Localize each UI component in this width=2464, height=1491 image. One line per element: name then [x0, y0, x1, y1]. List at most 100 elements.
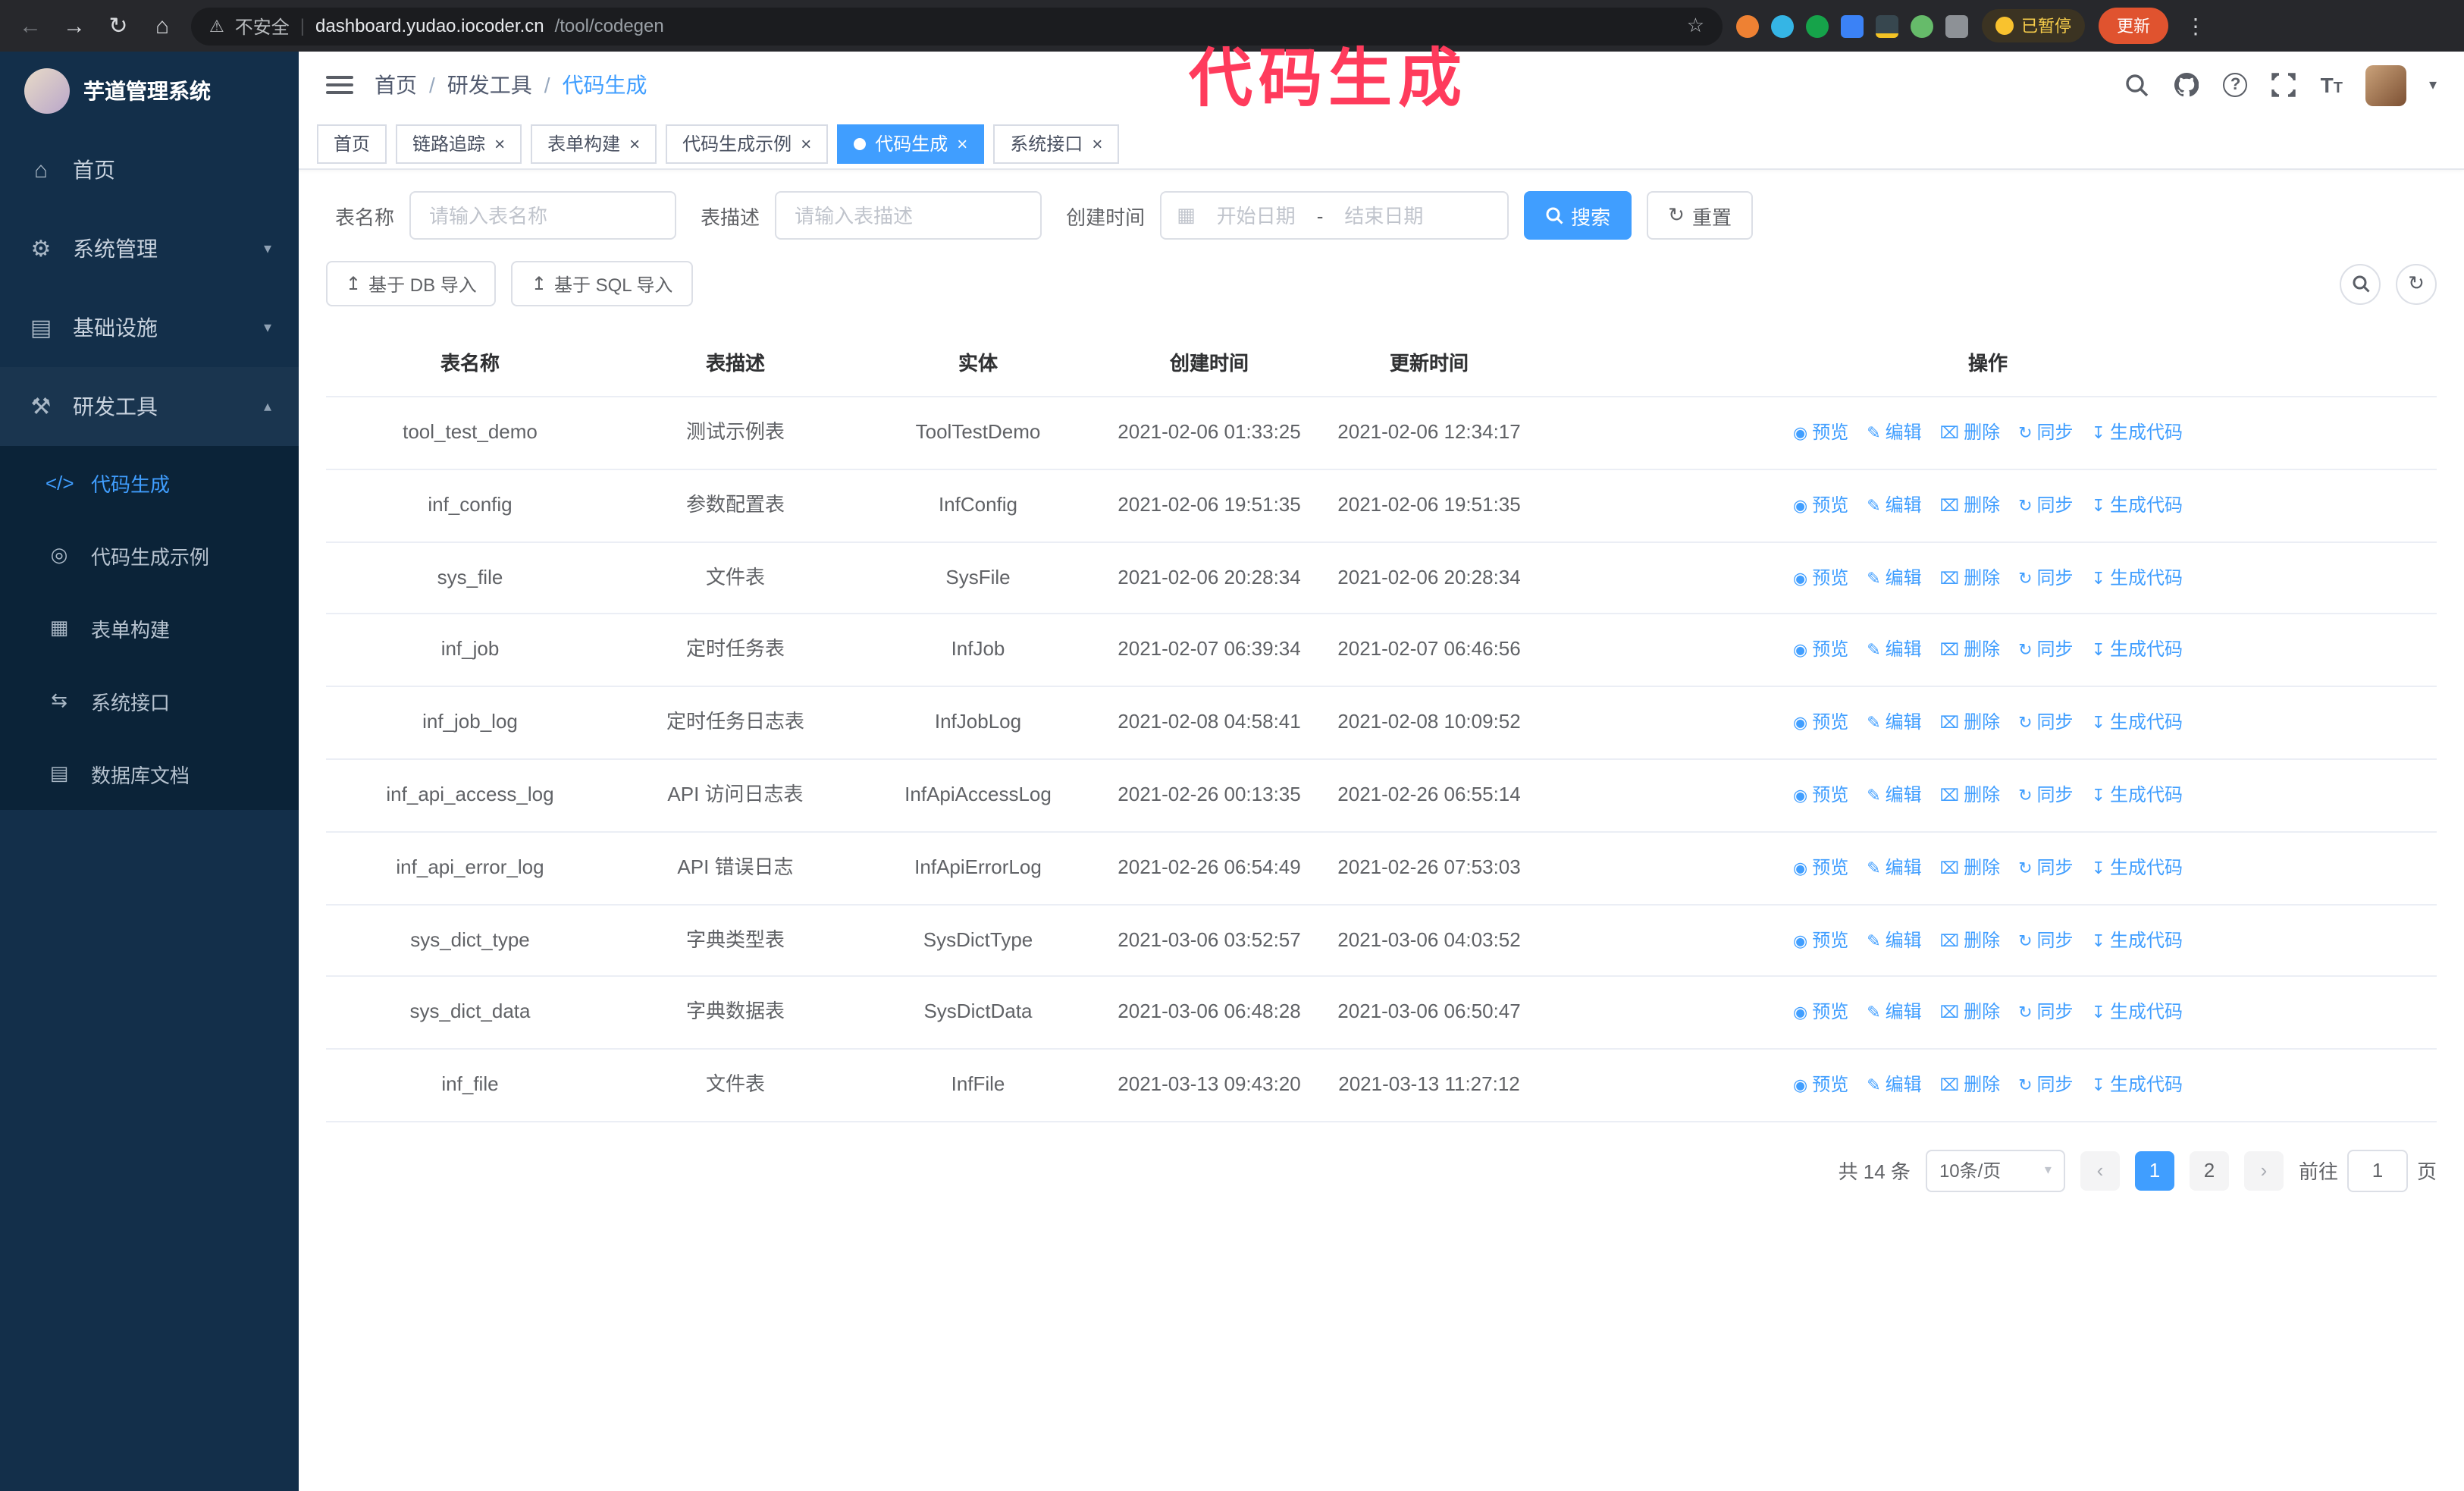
generate-code-link[interactable]: ↧ 生成代码	[2092, 422, 2183, 443]
close-icon[interactable]: ×	[801, 134, 811, 152]
generate-code-link[interactable]: ↧ 生成代码	[2092, 1074, 2183, 1095]
edit-link[interactable]: ✎ 编辑	[1867, 567, 1921, 588]
tab-system-api[interactable]: 系统接口 ×	[993, 124, 1120, 163]
generate-code-link[interactable]: ↧ 生成代码	[2092, 711, 2183, 733]
home-button[interactable]: ⌂	[147, 13, 177, 39]
font-size-icon[interactable]: TT	[2321, 73, 2343, 97]
goto-page-input[interactable]	[2346, 1149, 2408, 1192]
search-button[interactable]: 搜索	[1524, 191, 1632, 240]
page-button-2[interactable]: 2	[2189, 1150, 2229, 1191]
edit-link[interactable]: ✎ 编辑	[1867, 857, 1921, 878]
extension-icon[interactable]	[1736, 14, 1759, 37]
page-button-1[interactable]: 1	[2134, 1150, 2174, 1191]
sync-link[interactable]: ↻ 同步	[2018, 1002, 2073, 1023]
extension-icon[interactable]	[1771, 14, 1794, 37]
puzzle-extension-icon[interactable]	[1945, 14, 1968, 37]
date-range-picker[interactable]: ▦ -	[1160, 191, 1509, 240]
sync-link[interactable]: ↻ 同步	[2018, 422, 2073, 443]
sidebar-item-form-builder[interactable]: ▦ 表单构建	[0, 592, 299, 664]
table-desc-input[interactable]	[775, 191, 1042, 240]
sync-link[interactable]: ↻ 同步	[2018, 639, 2073, 661]
sidebar-item-codegen[interactable]: </> 代码生成	[0, 446, 299, 519]
preview-link[interactable]: ◉ 预览	[1793, 857, 1848, 878]
next-page-button[interactable]: ›	[2243, 1150, 2284, 1191]
tab-tracing[interactable]: 链路追踪 ×	[396, 124, 522, 163]
delete-link[interactable]: ⌧ 删除	[1940, 422, 2000, 443]
chrome-update-button[interactable]: 更新	[2099, 8, 2168, 44]
breadcrumb-item[interactable]: 首页	[375, 70, 417, 100]
generate-code-link[interactable]: ↧ 生成代码	[2092, 857, 2183, 878]
reset-button[interactable]: ↻ 重置	[1647, 191, 1753, 240]
delete-link[interactable]: ⌧ 删除	[1940, 1074, 2000, 1095]
caret-down-icon[interactable]: ▾	[2429, 77, 2437, 93]
preview-link[interactable]: ◉ 预览	[1793, 422, 1848, 443]
sidebar-item-infra[interactable]: ▤ 基础设施 ▾	[0, 288, 299, 367]
edit-link[interactable]: ✎ 编辑	[1867, 639, 1921, 661]
generate-code-link[interactable]: ↧ 生成代码	[2092, 929, 2183, 950]
tab-codegen-example[interactable]: 代码生成示例 ×	[666, 124, 829, 163]
delete-link[interactable]: ⌧ 删除	[1940, 494, 2000, 516]
sync-link[interactable]: ↻ 同步	[2018, 494, 2073, 516]
delete-link[interactable]: ⌧ 删除	[1940, 929, 2000, 950]
date-end-input[interactable]	[1332, 204, 1436, 227]
tab-home[interactable]: 首页	[317, 124, 387, 163]
sidebar-item-codegen-example[interactable]: ◎ 代码生成示例	[0, 519, 299, 592]
delete-link[interactable]: ⌧ 删除	[1940, 567, 2000, 588]
extension-icon[interactable]	[1806, 14, 1829, 37]
edit-link[interactable]: ✎ 编辑	[1867, 1074, 1921, 1095]
delete-link[interactable]: ⌧ 删除	[1940, 857, 2000, 878]
generate-code-link[interactable]: ↧ 生成代码	[2092, 639, 2183, 661]
reload-button[interactable]: ↻	[103, 12, 133, 39]
sync-link[interactable]: ↻ 同步	[2018, 857, 2073, 878]
chrome-menu-icon[interactable]: ⋮	[2182, 13, 2209, 39]
fullscreen-icon[interactable]	[2271, 71, 2298, 99]
extension-icon[interactable]	[1876, 14, 1898, 37]
date-start-input[interactable]	[1204, 204, 1308, 227]
toggle-search-button[interactable]	[2340, 263, 2381, 304]
edit-link[interactable]: ✎ 编辑	[1867, 422, 1921, 443]
tab-codegen[interactable]: 代码生成 ×	[837, 124, 985, 163]
sync-link[interactable]: ↻ 同步	[2018, 711, 2073, 733]
delete-link[interactable]: ⌧ 删除	[1940, 711, 2000, 733]
edit-link[interactable]: ✎ 编辑	[1867, 494, 1921, 516]
delete-link[interactable]: ⌧ 删除	[1940, 639, 2000, 661]
edit-link[interactable]: ✎ 编辑	[1867, 929, 1921, 950]
page-size-select[interactable]: 10条/页 ▾	[1925, 1149, 2065, 1192]
delete-link[interactable]: ⌧ 删除	[1940, 1002, 2000, 1023]
generate-code-link[interactable]: ↧ 生成代码	[2092, 567, 2183, 588]
hamburger-icon[interactable]	[326, 76, 353, 94]
sync-link[interactable]: ↻ 同步	[2018, 784, 2073, 805]
preview-link[interactable]: ◉ 预览	[1793, 784, 1848, 805]
preview-link[interactable]: ◉ 预览	[1793, 711, 1848, 733]
search-icon[interactable]	[2124, 71, 2151, 99]
close-icon[interactable]: ×	[494, 134, 505, 152]
security-label[interactable]: 不安全	[235, 13, 290, 39]
sidebar-item-system-api[interactable]: ⇆ 系统接口	[0, 664, 299, 737]
table-name-input[interactable]	[409, 191, 677, 240]
generate-code-link[interactable]: ↧ 生成代码	[2092, 1002, 2183, 1023]
extension-icon[interactable]	[1911, 14, 1933, 37]
sidebar-item-home[interactable]: ⌂ 首页	[0, 130, 299, 209]
preview-link[interactable]: ◉ 预览	[1793, 929, 1848, 950]
preview-link[interactable]: ◉ 预览	[1793, 1074, 1848, 1095]
close-icon[interactable]: ×	[957, 134, 967, 152]
generate-code-link[interactable]: ↧ 生成代码	[2092, 784, 2183, 805]
address-bar[interactable]: ⚠ 不安全 | dashboard.yudao.iocoder.cn/tool/…	[191, 7, 1723, 45]
breadcrumb-item[interactable]: 研发工具	[447, 70, 532, 100]
back-button[interactable]: ←	[15, 13, 45, 39]
sync-link[interactable]: ↻ 同步	[2018, 929, 2073, 950]
bookmark-star-icon[interactable]: ☆	[1687, 14, 1704, 38]
close-icon[interactable]: ×	[629, 134, 640, 152]
delete-link[interactable]: ⌧ 删除	[1940, 784, 2000, 805]
sync-link[interactable]: ↻ 同步	[2018, 1074, 2073, 1095]
profile-paused-badge[interactable]: 已暂停	[1982, 9, 2085, 42]
close-icon[interactable]: ×	[1092, 134, 1102, 152]
preview-link[interactable]: ◉ 预览	[1793, 639, 1848, 661]
avatar[interactable]	[2365, 64, 2406, 105]
preview-link[interactable]: ◉ 预览	[1793, 1002, 1848, 1023]
import-sql-button[interactable]: ↥ 基于 SQL 导入	[511, 261, 693, 306]
forward-button[interactable]: →	[59, 13, 89, 39]
edit-link[interactable]: ✎ 编辑	[1867, 711, 1921, 733]
github-icon[interactable]	[2174, 71, 2201, 99]
preview-link[interactable]: ◉ 预览	[1793, 567, 1848, 588]
